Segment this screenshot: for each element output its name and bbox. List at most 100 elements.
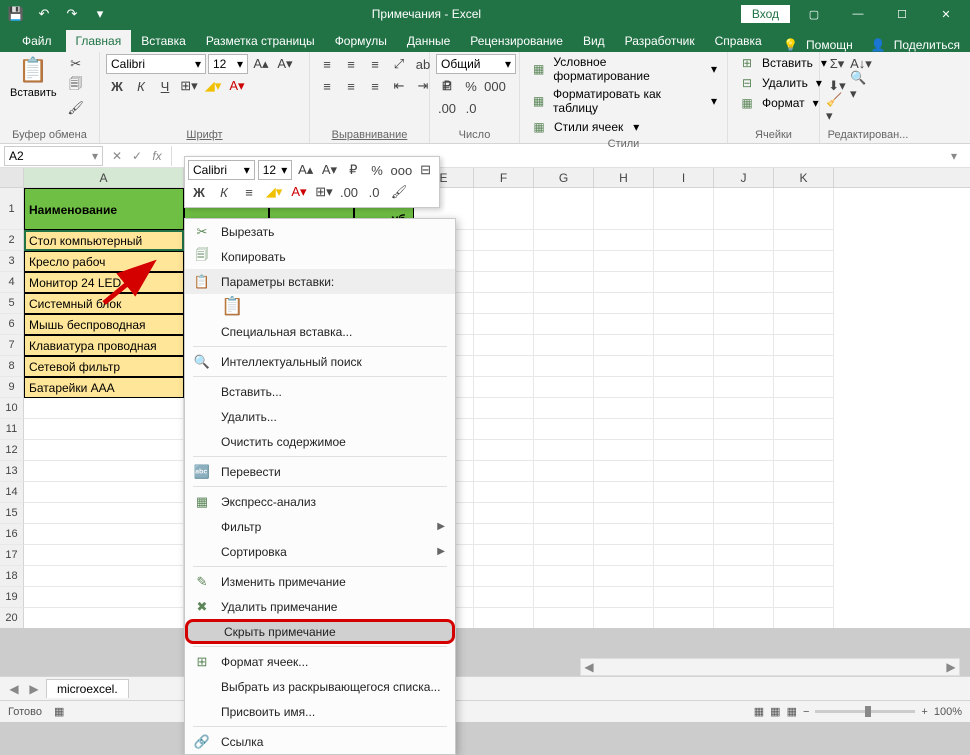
ctx-sort[interactable]: Сортировка▶ [185, 539, 455, 564]
ctx-cut[interactable]: ✂Вырезать [185, 219, 455, 244]
underline-icon[interactable]: Ч [154, 76, 176, 96]
cell[interactable]: Сетевой фильтр [24, 356, 184, 377]
tab-file[interactable]: Файл [8, 30, 66, 52]
col-header-A[interactable]: A [24, 168, 184, 187]
comma-icon[interactable]: 000 [484, 76, 506, 96]
cell[interactable]: Системный блок [24, 293, 184, 314]
orientation-icon[interactable]: ⤢ [388, 54, 410, 74]
align-center-icon[interactable]: ≡ [340, 76, 362, 96]
decrease-font-icon[interactable]: A▾ [274, 54, 296, 74]
tell-me-label[interactable]: Помощн [806, 38, 853, 52]
align-bottom-icon[interactable]: ≡ [364, 54, 386, 74]
macro-record-icon[interactable]: ▦ [54, 705, 64, 718]
col-header-H[interactable]: H [594, 168, 654, 187]
row-header[interactable]: 14 [0, 482, 24, 503]
sheet-tab[interactable]: microexcel. [46, 679, 129, 698]
ribbon-options-icon[interactable]: ▢ [794, 0, 834, 28]
row-header[interactable]: 17 [0, 545, 24, 566]
view-layout-icon[interactable]: ▦ [770, 705, 780, 718]
row-header[interactable]: 12 [0, 440, 24, 461]
name-box[interactable]: A2▾ [4, 146, 103, 166]
ctx-hyperlink[interactable]: 🔗Ссылка [185, 729, 455, 754]
zoom-out-icon[interactable]: − [803, 706, 809, 718]
mini-fill-icon[interactable]: ◢▾ [263, 182, 285, 202]
row-header[interactable]: 15 [0, 503, 24, 524]
cell-styles-button[interactable]: ▦Стили ячеек▾ [526, 118, 643, 136]
increase-decimal-icon[interactable]: .00 [436, 98, 458, 118]
mini-percent-icon[interactable]: % [367, 160, 388, 180]
find-icon[interactable]: 🔍▾ [850, 76, 872, 96]
mini-bold-icon[interactable]: Ж [188, 182, 210, 202]
number-format-combo[interactable]: Общий ▾ [436, 54, 516, 74]
mini-dec-inc-icon[interactable]: .00 [338, 182, 360, 202]
align-middle-icon[interactable]: ≡ [340, 54, 362, 74]
bold-icon[interactable]: Ж [106, 76, 128, 96]
ctx-delete-comment[interactable]: ✖Удалить примечание [185, 594, 455, 619]
cell[interactable]: Стол компьютерный [24, 230, 184, 251]
ctx-quick-analysis[interactable]: ▦Экспресс-анализ [185, 489, 455, 514]
horizontal-scrollbar[interactable]: ◀ ▶ [580, 658, 960, 676]
mini-font-color-icon[interactable]: A▾ [288, 182, 310, 202]
ctx-hide-comment[interactable]: Скрыть примечание [185, 619, 455, 644]
close-icon[interactable]: ✕ [926, 0, 966, 28]
login-button[interactable]: Вход [741, 5, 790, 23]
zoom-level[interactable]: 100% [934, 706, 962, 718]
save-icon[interactable]: 💾 [4, 3, 28, 25]
decrease-indent-icon[interactable]: ⇤ [388, 76, 410, 96]
mini-format-painter-icon[interactable]: 🖌 [388, 182, 410, 202]
align-right-icon[interactable]: ≡ [364, 76, 386, 96]
ctx-smart-lookup[interactable]: 🔍Интеллектуальный поиск [185, 349, 455, 374]
mini-border-icon[interactable]: ≡ [238, 182, 260, 202]
currency-icon[interactable]: ₽ [436, 76, 458, 96]
ctx-paste-icon-row[interactable]: 📋 [185, 294, 455, 319]
ctx-edit-comment[interactable]: ✎Изменить примечание [185, 569, 455, 594]
ctx-clear[interactable]: Очистить содержимое [185, 429, 455, 454]
percent-icon[interactable]: % [460, 76, 482, 96]
autosum-icon[interactable]: Σ▾ [826, 54, 848, 74]
col-header-J[interactable]: J [714, 168, 774, 187]
header-name[interactable]: Наименование [24, 188, 184, 230]
maximize-icon[interactable]: ☐ [882, 0, 922, 28]
redo-icon[interactable]: ↷ [60, 3, 84, 25]
minimize-icon[interactable]: — [838, 0, 878, 28]
ctx-delete[interactable]: Удалить... [185, 404, 455, 429]
share-label[interactable]: Поделиться [894, 38, 960, 52]
row-header[interactable]: 9 [0, 377, 24, 398]
border-icon[interactable]: ⊞▾ [178, 76, 200, 96]
ctx-insert[interactable]: Вставить... [185, 379, 455, 404]
ctx-format-cells[interactable]: ⊞Формат ячеек... [185, 649, 455, 674]
insert-cells-button[interactable]: ⊞Вставить▾ [734, 54, 831, 72]
row-header[interactable]: 2 [0, 230, 24, 251]
align-left-icon[interactable]: ≡ [316, 76, 338, 96]
row-header[interactable]: 18 [0, 566, 24, 587]
decrease-decimal-icon[interactable]: .0 [460, 98, 482, 118]
mini-borders-icon[interactable]: ⊞▾ [313, 182, 335, 202]
col-header-K[interactable]: K [774, 168, 834, 187]
ctx-paste-options[interactable]: 📋Параметры вставки: [185, 269, 455, 294]
ctx-paste-special[interactable]: Специальная вставка... [185, 319, 455, 344]
italic-icon[interactable]: К [130, 76, 152, 96]
row-header[interactable]: 7 [0, 335, 24, 356]
share-icon[interactable]: 👤 [871, 38, 886, 52]
paste-option-icon[interactable]: 📋 [221, 296, 243, 317]
clear-icon[interactable]: 🧹▾ [826, 98, 848, 118]
align-top-icon[interactable]: ≡ [316, 54, 338, 74]
tell-me-icon[interactable]: 💡 [783, 38, 798, 52]
view-normal-icon[interactable]: ▦ [754, 705, 764, 718]
format-as-table-button[interactable]: ▦Форматировать как таблицу▾ [526, 86, 721, 116]
tab-layout[interactable]: Разметка страницы [196, 30, 325, 52]
row-header[interactable]: 8 [0, 356, 24, 377]
zoom-slider[interactable] [815, 710, 915, 713]
sheet-nav-prev-icon[interactable]: ◀ [6, 682, 22, 696]
font-size-combo[interactable]: 12 ▾ [208, 54, 248, 74]
view-pagebreak-icon[interactable]: ▦ [787, 705, 797, 718]
cell[interactable]: Мышь беспроводная [24, 314, 184, 335]
tab-help[interactable]: Справка [705, 30, 772, 52]
conditional-formatting-button[interactable]: ▦Условное форматирование▾ [526, 54, 721, 84]
mini-comma-icon[interactable]: ooo [390, 160, 412, 180]
tab-insert[interactable]: Вставка [131, 30, 196, 52]
row-header[interactable]: 1 [0, 188, 24, 230]
ctx-define-name[interactable]: Присвоить имя... [185, 699, 455, 724]
col-header-F[interactable]: F [474, 168, 534, 187]
paste-button[interactable]: 📋 Вставить [6, 54, 61, 101]
